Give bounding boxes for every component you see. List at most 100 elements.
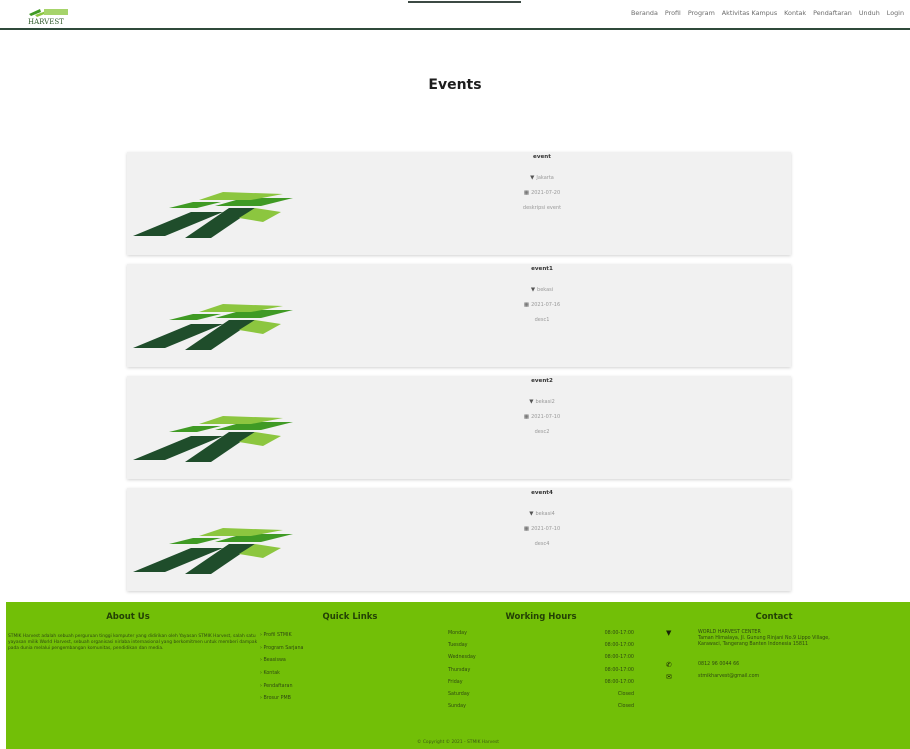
calendar-icon: ▦ [523,189,530,196]
map-marker-icon: ▼ [666,629,672,637]
event-card[interactable]: event1 ▼ bekasi ▦ 2021-07-16 desc1 [127,264,791,367]
event-location: ▼ bekasi4 [482,506,602,521]
quick-link-item[interactable]: › Beasiswa [260,658,303,671]
quick-link-label: Brosur PMB [263,696,291,702]
event-location-text: bekasi [537,286,554,293]
harvest-logo[interactable]: HARVEST [26,6,70,26]
event-date-text: 2021-07-10 [531,525,561,532]
day-label: Friday [448,679,463,685]
navbar: HARVEST Beranda Profil Program Aktivitas… [0,0,910,30]
contact-email: ✉ stmikharvest@gmail.com [664,674,910,686]
nav-link-beranda[interactable]: Beranda [631,9,658,17]
event-info: event4 ▼ bekasi4 ▦ 2021-07-10 desc4 [482,490,602,551]
contact-address: ▼ WORLD HARVEST CENTER Taman Himalaya, J… [664,630,910,654]
working-hours-row: Wednesday 08:00-17:00 [448,655,634,667]
page-title: Events [428,77,482,93]
nav-link-kontak[interactable]: Kontak [784,9,806,17]
day-label: Sunday [448,704,466,710]
hours-value: Closed [617,704,634,710]
about-title: About Us [106,612,150,622]
event-info: event ▼ Jakarta ▦ 2021-07-20 deskripsi eve… [482,154,602,215]
event-description: desc2 [534,428,550,435]
event-info: event2 ▼ bekasi2 ▦ 2021-07-10 desc2 [482,378,602,439]
quick-link-item[interactable]: › Program Sarjana [260,646,303,659]
working-hours-title: Working Hours [505,612,577,622]
quick-link-item[interactable]: › Brosur PMB [260,696,303,709]
calendar-icon: ▦ [523,413,530,420]
event-date-text: 2021-07-10 [531,413,561,420]
event-location-text: bekasi4 [535,510,555,517]
copyright: © Copyright © 2021 - STMIK Harvest [417,740,499,745]
event-info: event1 ▼ bekasi ▦ 2021-07-16 desc1 [482,266,602,327]
event-date-text: 2021-07-20 [531,189,561,196]
nav-link-unduh[interactable]: Unduh [859,9,880,17]
contact-title: Contact [755,612,793,622]
event-location-text: bekasi2 [535,398,555,405]
map-marker-icon: ▼ [529,398,534,405]
calendar-icon: ▦ [523,525,530,532]
hours-value: 08:00-17:00 [604,655,634,661]
event-date-text: 2021-07-16 [531,301,561,308]
event-title: event4 [531,490,553,496]
quick-links-title: Quick Links [322,612,378,622]
working-hours-row: Friday 08:00-17:00 [448,680,634,692]
event-harvest-logo [133,416,293,462]
calendar-icon: ▦ [523,301,530,308]
event-date: ▦ 2021-07-10 [482,409,602,424]
day-label: Monday [448,631,467,636]
address-line2: Karawaci, Tangerang Banten Indonesia 158… [698,642,809,647]
event-location: ▼ bekasi2 [482,394,602,409]
quick-link-item[interactable]: › Pendaftaran [260,684,303,697]
event-date: ▦ 2021-07-20 [482,185,602,200]
event-date: ▦ 2021-07-16 [482,297,602,312]
email-text[interactable]: stmikharvest@gmail.com [698,674,759,679]
nav-links: Beranda Profil Program Aktivitas Kampus … [631,9,904,17]
hours-value: 08:00-17:00 [604,679,634,685]
quick-link-item[interactable]: › Kontak [260,671,303,684]
envelope-icon: ✉ [666,673,672,681]
event-harvest-logo [133,192,293,238]
map-marker-icon: ▼ [530,174,535,181]
event-description: desc4 [534,540,550,547]
event-card[interactable]: event4 ▼ bekasi4 ▦ 2021-07-10 desc4 [127,488,791,591]
nav-active-indicator [408,1,521,3]
event-date: ▦ 2021-07-10 [482,521,602,536]
quick-link-label: Profil STMIK [263,633,292,638]
event-title: event2 [531,378,553,384]
map-marker-icon: ▼ [529,510,534,517]
phone-text: 0812 96 0044 66 [698,662,740,667]
nav-link-pendaftaran[interactable]: Pendaftaran [813,9,852,17]
event-location: ▼ Jakarta [482,170,602,185]
working-hours-row: Monday 08:00-17:00 [448,631,634,643]
quick-link-label: Kontak [263,671,280,677]
contact-block: ▼ WORLD HARVEST CENTER Taman Himalaya, J… [664,630,910,686]
day-label: Thursday [448,667,471,673]
nav-link-aktivitas-kampus[interactable]: Aktivitas Kampus [722,9,777,17]
nav-link-profil[interactable]: Profil [665,9,681,17]
working-hours-row: Thursday 08:00-17:00 [448,668,634,680]
event-title: event1 [531,266,553,272]
hours-value: 08:00-17:00 [604,631,634,636]
quick-link-label: Pendaftaran [263,683,293,689]
day-label: Wednesday [448,655,476,661]
quick-link-item[interactable]: › Profil STMIK [260,633,303,646]
about-text: STMIK Harvest adalah sebuah perguruan ti… [8,634,258,651]
quick-link-label: Beasiswa [263,658,286,664]
footer: About Us STMIK Harvest adalah sebuah per… [6,602,910,749]
event-harvest-logo [133,528,293,574]
event-title: event [533,154,551,160]
event-card[interactable]: event2 ▼ bekasi2 ▦ 2021-07-10 desc2 [127,376,791,479]
event-description: desc1 [534,316,550,323]
working-hours-row: Tuesday 08:00-17:00 [448,643,634,655]
quick-links-list: › Profil STMIK › Program Sarjana › Beasi… [260,633,303,709]
hours-value: 08:00-17:00 [604,667,634,673]
event-card[interactable]: event ▼ Jakarta ▦ 2021-07-20 deskripsi eve… [127,152,791,255]
nav-link-login[interactable]: Login [887,9,904,17]
quick-link-label: Program Sarjana [263,645,304,651]
hours-value: 08:00-17:00 [604,643,634,649]
working-hours-row: Sunday Closed [448,704,634,716]
day-label: Saturday [448,691,470,697]
event-location-text: Jakarta [536,174,554,181]
event-description: deskripsi event [522,204,562,211]
nav-link-program[interactable]: Program [688,9,715,17]
